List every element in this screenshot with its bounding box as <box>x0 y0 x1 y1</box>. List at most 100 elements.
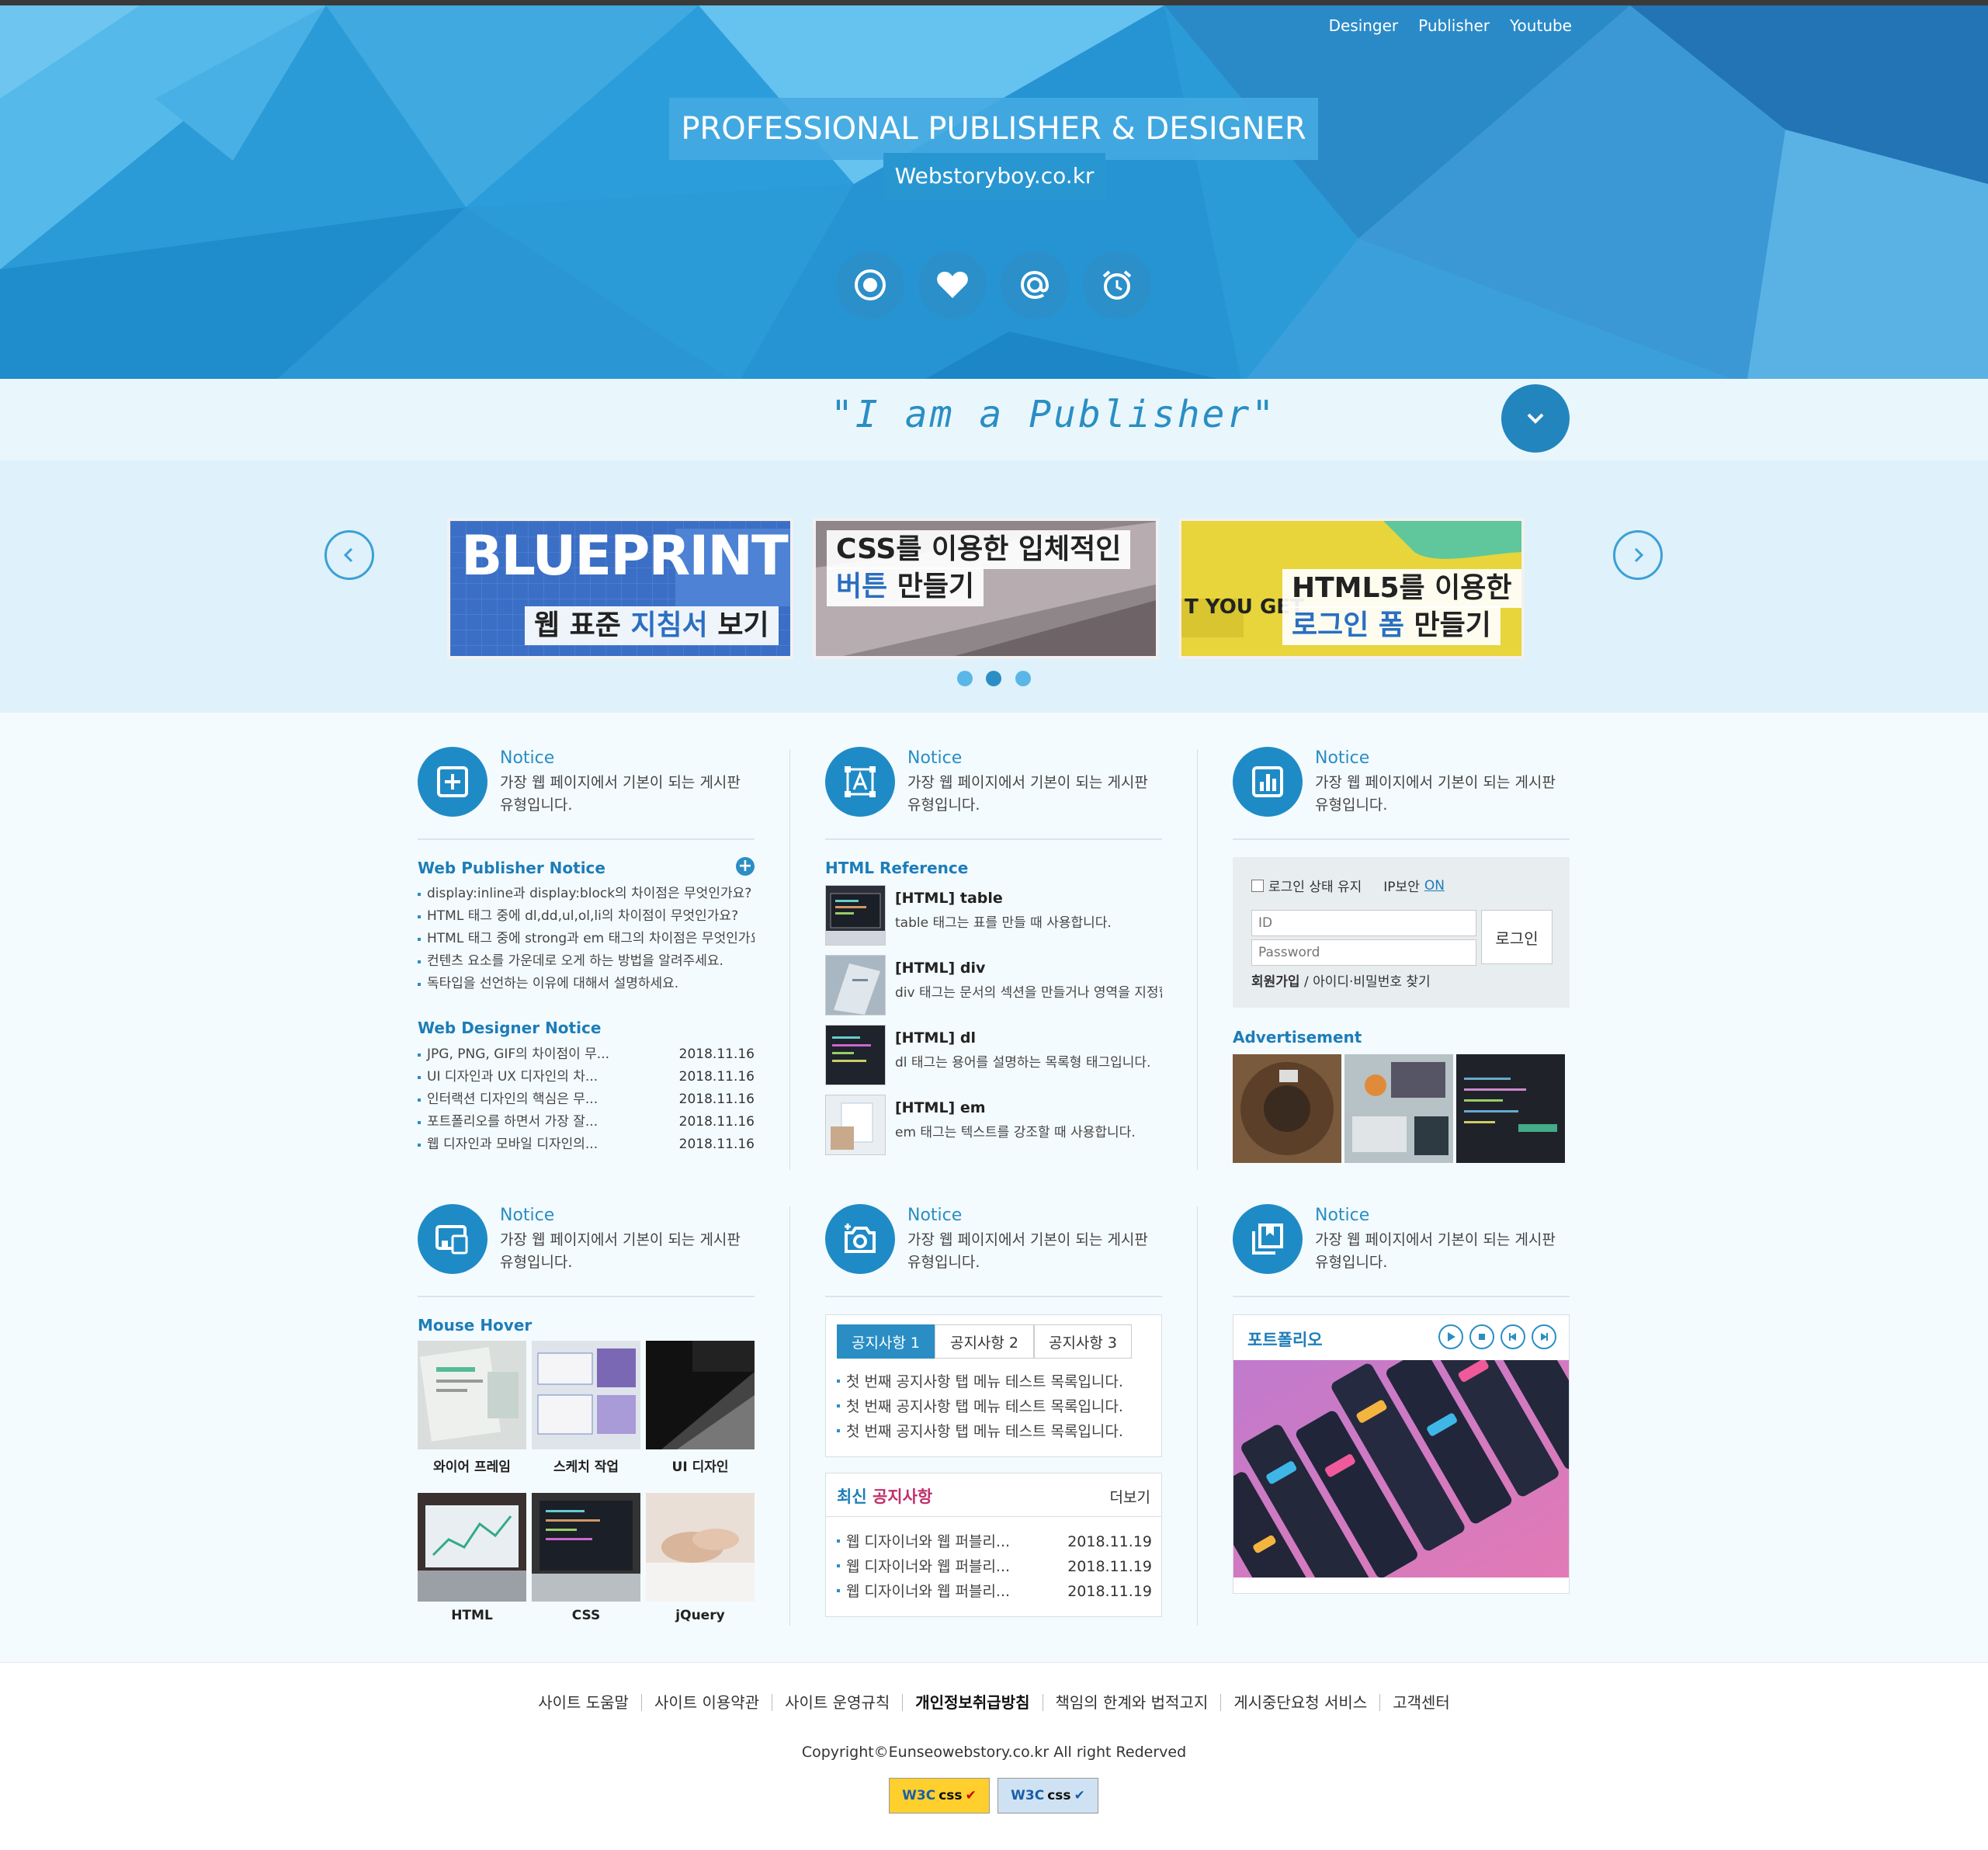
tab-notice-2[interactable]: 공지사항 2 <box>935 1324 1034 1359</box>
list-item[interactable]: 컨텐츠 요소를 가운데로 오게 하는 방법을 알려주세요. <box>418 950 755 973</box>
more-plus-icon[interactable]: + <box>736 857 755 876</box>
list-item[interactable]: 인터랙션 디자인의 핵심은 무... 2018.11.16 <box>418 1088 755 1111</box>
copyright: Copyright©Eunseowebstory.co.kr All right… <box>801 1744 1187 1761</box>
list-item[interactable]: 포트폴리오를 하면서 가장 잘... 2018.11.16 <box>418 1111 755 1133</box>
password-field[interactable] <box>1251 939 1476 966</box>
slider-dot-3[interactable] <box>1015 671 1031 686</box>
sketch-image <box>532 1341 640 1449</box>
checkmark-icon: ✔ <box>1074 1788 1085 1803</box>
hover-item-html[interactable]: HTML <box>418 1493 526 1623</box>
chevron-right-icon <box>1634 547 1644 563</box>
nav-publisher[interactable]: Publisher <box>1418 16 1490 35</box>
hover-caption: 와이어 프레임 <box>433 1460 511 1475</box>
keep-login-checkbox[interactable] <box>1251 879 1264 892</box>
ad-image-2[interactable] <box>1344 1054 1453 1163</box>
slide-css-buttons[interactable]: CSS를 이용한 입체적인 버튼 만들기 <box>813 518 1159 659</box>
notice-title[interactable]: Notice <box>907 1206 962 1225</box>
reference-thumbnail <box>825 955 886 1015</box>
tagline-bar: "I am a Publisher" <box>0 379 1988 460</box>
reference-item[interactable]: [HTML] table table 태그는 표를 만들 때 사용합니다. <box>825 885 1162 947</box>
hover-caption: CSS <box>571 1608 601 1623</box>
tab-notice-1[interactable]: 공지사항 1 <box>837 1324 935 1359</box>
notice-title[interactable]: Notice <box>1315 748 1369 768</box>
find-account-link[interactable]: / 아이디·비밀번호 찾기 <box>1300 974 1431 990</box>
list-item[interactable]: display:inline과 display:block의 차이점은 무엇인가… <box>418 883 755 905</box>
nav-designer[interactable]: Desinger <box>1329 16 1399 35</box>
w3c-css-badge-2[interactable]: W3C css ✔ <box>997 1778 1098 1814</box>
web-publisher-list: display:inline과 display:block의 차이점은 무엇인가… <box>418 883 755 995</box>
notice-header: Notice 가장 웹 페이지에서 기본이 되는 게시판 유형입니다. <box>418 1204 755 1297</box>
footer-link-rules[interactable]: 사이트 운영규칙 <box>772 1694 902 1711</box>
footer-link-legal[interactable]: 책임의 한계와 법적고지 <box>1042 1694 1221 1711</box>
recent-list: 웹 디자이너와 웹 퍼블리... 2018.11.19 웹 디자이너와 웹 퍼블리… <box>837 1529 1152 1604</box>
slide-caption-line1: HTML5를 이용한 <box>1282 569 1521 608</box>
play-icon[interactable] <box>1438 1324 1463 1349</box>
reference-item[interactable]: [HTML] div div 태그는 문서의 섹션을 만들거나 영역을 지정합니… <box>825 955 1162 1017</box>
hover-item-ui-design[interactable]: UI 디자인 <box>646 1341 755 1475</box>
footer-link-help[interactable]: 사이트 도움말 <box>526 1694 641 1711</box>
html-reference-title[interactable]: HTML Reference <box>825 859 968 877</box>
slider-dot-1[interactable] <box>957 671 973 686</box>
slider-next-button[interactable] <box>1613 530 1663 580</box>
reference-desc: em 태그는 텍스트를 강조할 때 사용합니다. <box>895 1125 1136 1140</box>
list-item[interactable]: 웹 디자이너와 웹 퍼블리... 2018.11.19 <box>837 1554 1152 1579</box>
notice-title[interactable]: Notice <box>500 1206 554 1225</box>
tab-notice-3[interactable]: 공지사항 3 <box>1034 1324 1132 1359</box>
stop-icon[interactable] <box>1469 1324 1494 1349</box>
recent-header: 최신 공지사항 더보기 <box>826 1473 1161 1517</box>
ip-security-toggle[interactable]: ON <box>1424 878 1445 894</box>
portfolio-image[interactable] <box>1233 1360 1569 1578</box>
list-item[interactable]: 웹 디자이너와 웹 퍼블리... 2018.11.19 <box>837 1529 1152 1554</box>
next-icon[interactable] <box>1532 1324 1556 1349</box>
login-options: 로그인 상태 유지 IP보안 ON <box>1251 876 1445 895</box>
previous-icon[interactable] <box>1501 1324 1525 1349</box>
hover-item-wireframe[interactable]: 와이어 프레임 <box>418 1341 526 1475</box>
hero-subtitle[interactable]: Webstoryboy.co.kr <box>883 153 1105 200</box>
list-item[interactable]: HTML 태그 중에 strong과 em 태그의 차이점은 무엇인가요? <box>418 928 755 950</box>
footer-link-support[interactable]: 고객센터 <box>1379 1694 1462 1711</box>
slider-prev-button[interactable] <box>324 530 374 580</box>
list-item[interactable]: 독타입을 선언하는 이유에 대해서 설명하세요. <box>418 973 755 995</box>
list-item[interactable]: 첫 번째 공지사항 탭 메뉴 테스트 목록입니다. <box>837 1394 1147 1419</box>
hover-item-jquery[interactable]: jQuery <box>646 1493 755 1623</box>
slider-dot-2[interactable] <box>986 671 1001 686</box>
hover-item-css[interactable]: CSS <box>532 1493 640 1623</box>
reference-title: [HTML] table <box>895 890 1003 907</box>
record-icon[interactable] <box>836 251 904 319</box>
ad-image-1[interactable] <box>1233 1054 1341 1163</box>
notice-title[interactable]: Notice <box>907 748 962 768</box>
login-button[interactable]: 로그인 <box>1481 910 1553 964</box>
footer-links: 사이트 도움말 사이트 이용약관 사이트 운영규칙 개인정보취급방침 책임의 한… <box>0 1694 1988 1711</box>
slide-blueprints[interactable]: BLUEPRINTS 웹 표준 지침서 보기 <box>447 518 793 659</box>
id-field[interactable] <box>1251 910 1476 936</box>
footer-link-privacy[interactable]: 개인정보취급방침 <box>902 1694 1042 1711</box>
scroll-down-button[interactable] <box>1501 384 1570 453</box>
notice-title[interactable]: Notice <box>500 748 554 768</box>
footer-link-takedown[interactable]: 게시중단요청 서비스 <box>1220 1694 1379 1711</box>
w3c-css-badge-1[interactable]: W3C css ✔ <box>889 1778 990 1814</box>
slide-html5-login[interactable]: T YOU GET HTML5를 이용한 로그인 폼 만들기 <box>1178 518 1525 659</box>
reference-item[interactable]: [HTML] dl dl 태그는 용어를 설명하는 목록형 태그입니다. <box>825 1025 1162 1087</box>
list-item[interactable]: JPG, PNG, GIF의 차이점이 무... 2018.11.16 <box>418 1043 755 1066</box>
hero-title: PROFESSIONAL PUBLISHER & DESIGNER <box>669 98 1318 160</box>
notice-title[interactable]: Notice <box>1315 1206 1369 1225</box>
join-link[interactable]: 회원가입 <box>1251 974 1300 990</box>
heart-icon[interactable] <box>918 251 987 319</box>
list-item[interactable]: 웹 디자인과 모바일 디자인의... 2018.11.16 <box>418 1133 755 1156</box>
more-link[interactable]: 더보기 <box>1110 1486 1150 1507</box>
list-item[interactable]: 웹 디자이너와 웹 퍼블리... 2018.11.19 <box>837 1579 1152 1604</box>
ad-image-3[interactable] <box>1456 1054 1565 1163</box>
list-item[interactable]: 첫 번째 공지사항 탭 메뉴 테스트 목록입니다. <box>837 1369 1147 1394</box>
reference-item[interactable]: [HTML] em em 태그는 텍스트를 강조할 때 사용합니다. <box>825 1095 1162 1157</box>
web-designer-title[interactable]: Web Designer Notice <box>418 1019 601 1037</box>
hover-item-sketch[interactable]: 스케치 작업 <box>532 1341 640 1475</box>
list-item[interactable]: HTML 태그 중에 dl,dd,ul,ol,li의 차이점이 무엇인가요? <box>418 905 755 928</box>
column-divider <box>1197 749 1198 1170</box>
list-item[interactable]: UI 디자인과 UX 디자인의 차... 2018.11.16 <box>418 1066 755 1088</box>
web-publisher-title[interactable]: Web Publisher Notice <box>418 859 605 877</box>
alarm-clock-icon[interactable] <box>1083 251 1151 319</box>
list-item[interactable]: 첫 번째 공지사항 탭 메뉴 테스트 목록입니다. <box>837 1419 1147 1444</box>
at-icon[interactable] <box>1001 251 1069 319</box>
nav-youtube[interactable]: Youtube <box>1510 16 1572 35</box>
footer-link-terms[interactable]: 사이트 이용약관 <box>640 1694 772 1711</box>
